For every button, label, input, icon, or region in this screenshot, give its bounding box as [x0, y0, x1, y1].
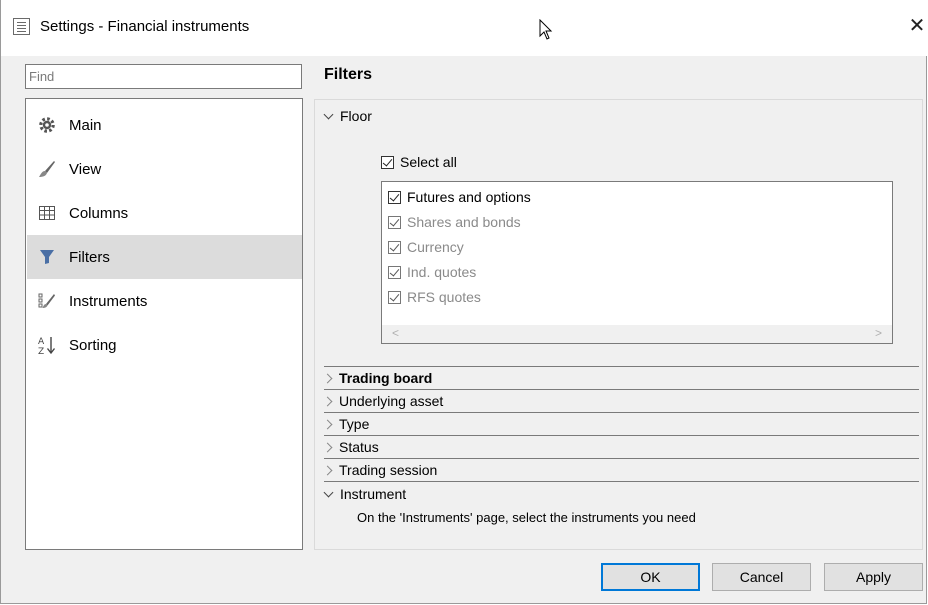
- chevron-right-icon: [322, 419, 333, 429]
- checkbox-checked-icon: [388, 265, 401, 279]
- section-label: Instrument: [340, 486, 407, 502]
- sidebar-item-label: Instruments: [69, 292, 148, 310]
- ok-button[interactable]: OK: [601, 563, 700, 591]
- settings-nav: Main View Columns Filters Instruments A …: [25, 98, 303, 550]
- close-button[interactable]: ✕: [906, 14, 928, 38]
- floor-item-rfs-quotes: RFS quotes: [388, 287, 481, 307]
- list-item-label: Currency: [407, 239, 464, 255]
- instrument-hint: On the 'Instruments' page, select the in…: [357, 510, 696, 525]
- divider: [324, 481, 919, 482]
- select-all-label: Select all: [400, 154, 457, 170]
- select-all-checkbox[interactable]: Select all: [381, 153, 457, 171]
- horizontal-scrollbar[interactable]: < >: [382, 325, 892, 343]
- sort-az-icon: AZ: [36, 334, 58, 356]
- floor-item-ind-quotes: Ind. quotes: [388, 262, 476, 282]
- page-title: Filters: [324, 66, 373, 83]
- section-label: Underlying asset: [339, 393, 444, 409]
- chevron-down-icon: [323, 487, 334, 497]
- floor-list: Futures and options Shares and bonds Cur…: [381, 181, 893, 344]
- checkbox-checked-icon: [388, 240, 401, 254]
- divider: [324, 412, 919, 413]
- section-floor-header[interactable]: Floor: [323, 105, 372, 127]
- list-item-label: Shares and bonds: [407, 214, 521, 230]
- svg-text:A: A: [38, 337, 45, 347]
- list-item-label: RFS quotes: [407, 289, 481, 305]
- instruments-icon: [36, 290, 58, 312]
- funnel-icon: [36, 246, 58, 268]
- list-item-label: Futures and options: [407, 189, 531, 205]
- floor-item-currency: Currency: [388, 237, 464, 257]
- sidebar-item-filters[interactable]: Filters: [27, 235, 302, 279]
- scroll-right-icon[interactable]: >: [875, 326, 882, 340]
- chevron-right-icon: [322, 396, 333, 406]
- sidebar-item-label: Main: [69, 116, 102, 134]
- checkbox-checked-icon: [381, 155, 394, 169]
- divider: [324, 435, 919, 436]
- section-underlying-asset-header[interactable]: Underlying asset: [322, 390, 444, 412]
- floor-item-futures[interactable]: Futures and options: [388, 187, 531, 207]
- section-status-header[interactable]: Status: [322, 436, 379, 458]
- cancel-button[interactable]: Cancel: [712, 563, 811, 591]
- sidebar-item-columns[interactable]: Columns: [27, 191, 302, 235]
- section-instrument-header[interactable]: Instrument: [323, 483, 407, 505]
- section-trading-board-header[interactable]: Trading board: [322, 367, 433, 389]
- filters-panel: Floor Select all Futures and options Sha…: [314, 99, 923, 550]
- sidebar-item-instruments[interactable]: Instruments: [27, 279, 302, 323]
- section-label: Status: [339, 439, 379, 455]
- checkbox-checked-icon: [388, 290, 401, 304]
- window-title: Settings - Financial instruments: [40, 18, 250, 35]
- chevron-right-icon: [322, 465, 333, 475]
- sidebar-item-label: Sorting: [69, 336, 117, 354]
- sidebar-item-view[interactable]: View: [27, 147, 302, 191]
- checkbox-checked-icon: [388, 215, 401, 229]
- gear-icon: [36, 114, 58, 136]
- title-bar: Settings - Financial instruments ✕: [1, 0, 928, 56]
- find-input[interactable]: [26, 65, 301, 88]
- chevron-right-icon: [322, 442, 333, 452]
- sidebar-item-label: Filters: [69, 248, 110, 266]
- window-menu-icon[interactable]: [13, 18, 30, 35]
- scroll-left-icon[interactable]: <: [392, 326, 399, 340]
- list-item-label: Ind. quotes: [407, 264, 477, 280]
- sidebar-item-label: Columns: [69, 204, 129, 222]
- section-label: Floor: [340, 108, 372, 124]
- section-label: Type: [339, 416, 370, 432]
- section-label: Trading board: [339, 370, 433, 386]
- checkbox-checked-icon: [388, 190, 401, 204]
- table-icon: [36, 202, 58, 224]
- settings-window: Settings - Financial instruments ✕ Main …: [0, 0, 928, 604]
- chevron-down-icon: [323, 109, 334, 119]
- mouse-cursor-icon: [539, 18, 553, 44]
- section-type-header[interactable]: Type: [322, 413, 370, 435]
- floor-item-shares: Shares and bonds: [388, 212, 521, 232]
- sidebar-item-sorting[interactable]: AZ Sorting: [27, 323, 302, 367]
- section-trading-session-header[interactable]: Trading session: [322, 459, 438, 481]
- svg-text:Z: Z: [38, 347, 44, 355]
- section-label: Trading session: [339, 462, 438, 478]
- chevron-right-icon: [322, 373, 333, 383]
- apply-button[interactable]: Apply: [824, 563, 923, 591]
- brush-icon: [36, 158, 58, 180]
- sidebar-item-label: View: [69, 160, 102, 178]
- find-field[interactable]: [25, 64, 302, 89]
- sidebar-item-main[interactable]: Main: [27, 103, 302, 147]
